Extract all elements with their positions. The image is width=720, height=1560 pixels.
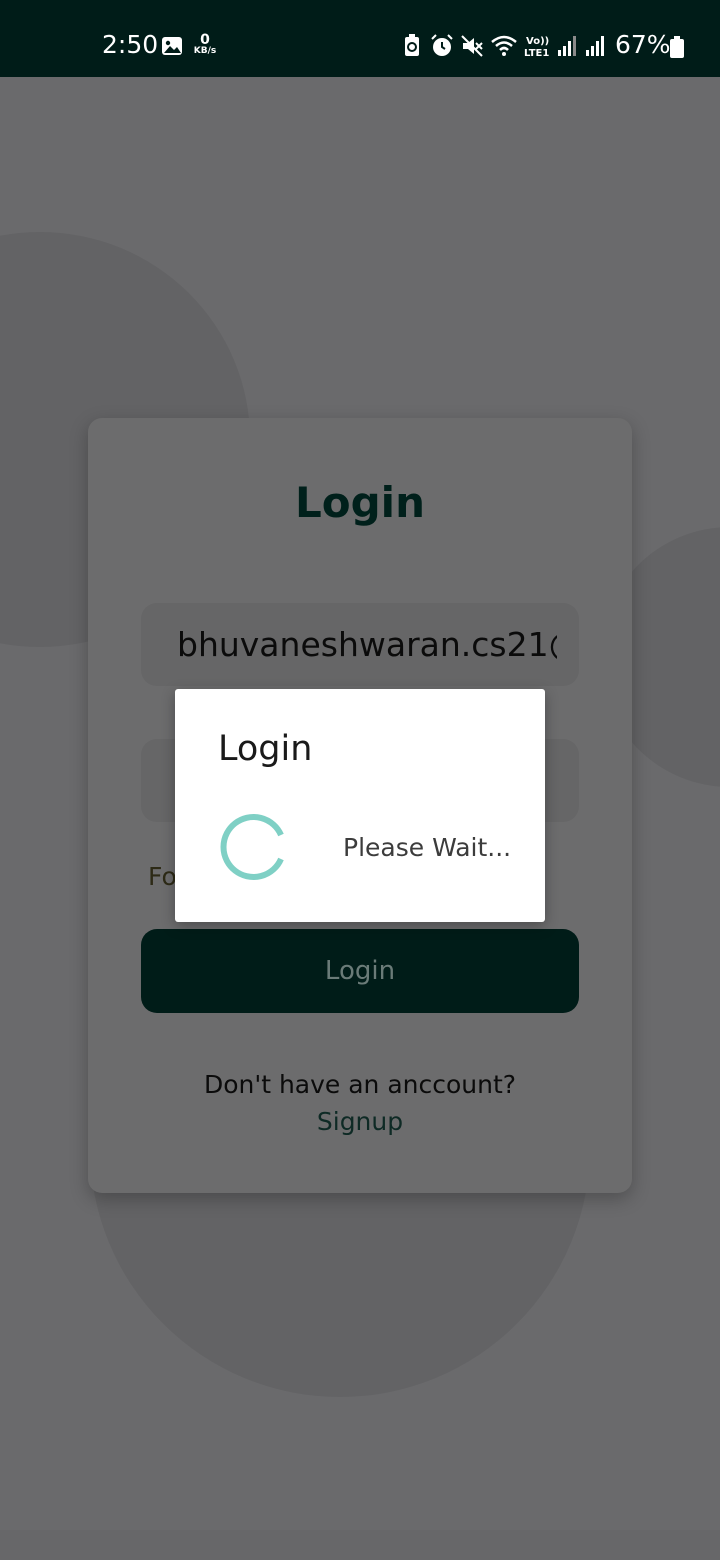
- svg-text:LTE1: LTE1: [524, 48, 549, 58]
- login-title: Login: [295, 478, 425, 527]
- wifi-icon: [491, 35, 517, 56]
- battery-percent: 67%: [615, 30, 671, 59]
- mute-icon: [461, 35, 483, 57]
- navigation-bar: [0, 1530, 720, 1560]
- signup-link[interactable]: Signup: [0, 1107, 720, 1136]
- status-time: 2:50: [102, 30, 159, 59]
- battery-saver-icon: [405, 34, 419, 56]
- login-button[interactable]: Login: [141, 929, 579, 1013]
- forgot-password-link[interactable]: Fo: [148, 862, 177, 891]
- network-speed: 0 KB/s: [193, 32, 217, 56]
- dialog-message: Please Wait...: [343, 833, 512, 862]
- email-value: bhuvaneshwaran.cs21@: [177, 625, 557, 664]
- signal-icon-2: [586, 36, 604, 56]
- no-account-text: Don't have an anccount?: [203, 1070, 517, 1099]
- dialog-title: Login: [218, 729, 313, 769]
- loading-spinner-icon: [220, 814, 284, 880]
- email-field[interactable]: bhuvaneshwaran.cs21@: [141, 603, 579, 686]
- status-bar: 2:50 0 KB/s Vo)) LTE1 67%: [0, 0, 720, 77]
- battery-icon: [670, 36, 684, 58]
- svg-text:Vo)): Vo)): [526, 36, 549, 47]
- progress-dialog: Login Please Wait...: [175, 689, 545, 922]
- signal-icon: [558, 36, 576, 56]
- alarm-icon: [431, 34, 453, 56]
- volte-icon: Vo))LTE1: [524, 36, 549, 58]
- gallery-icon: [161, 36, 183, 56]
